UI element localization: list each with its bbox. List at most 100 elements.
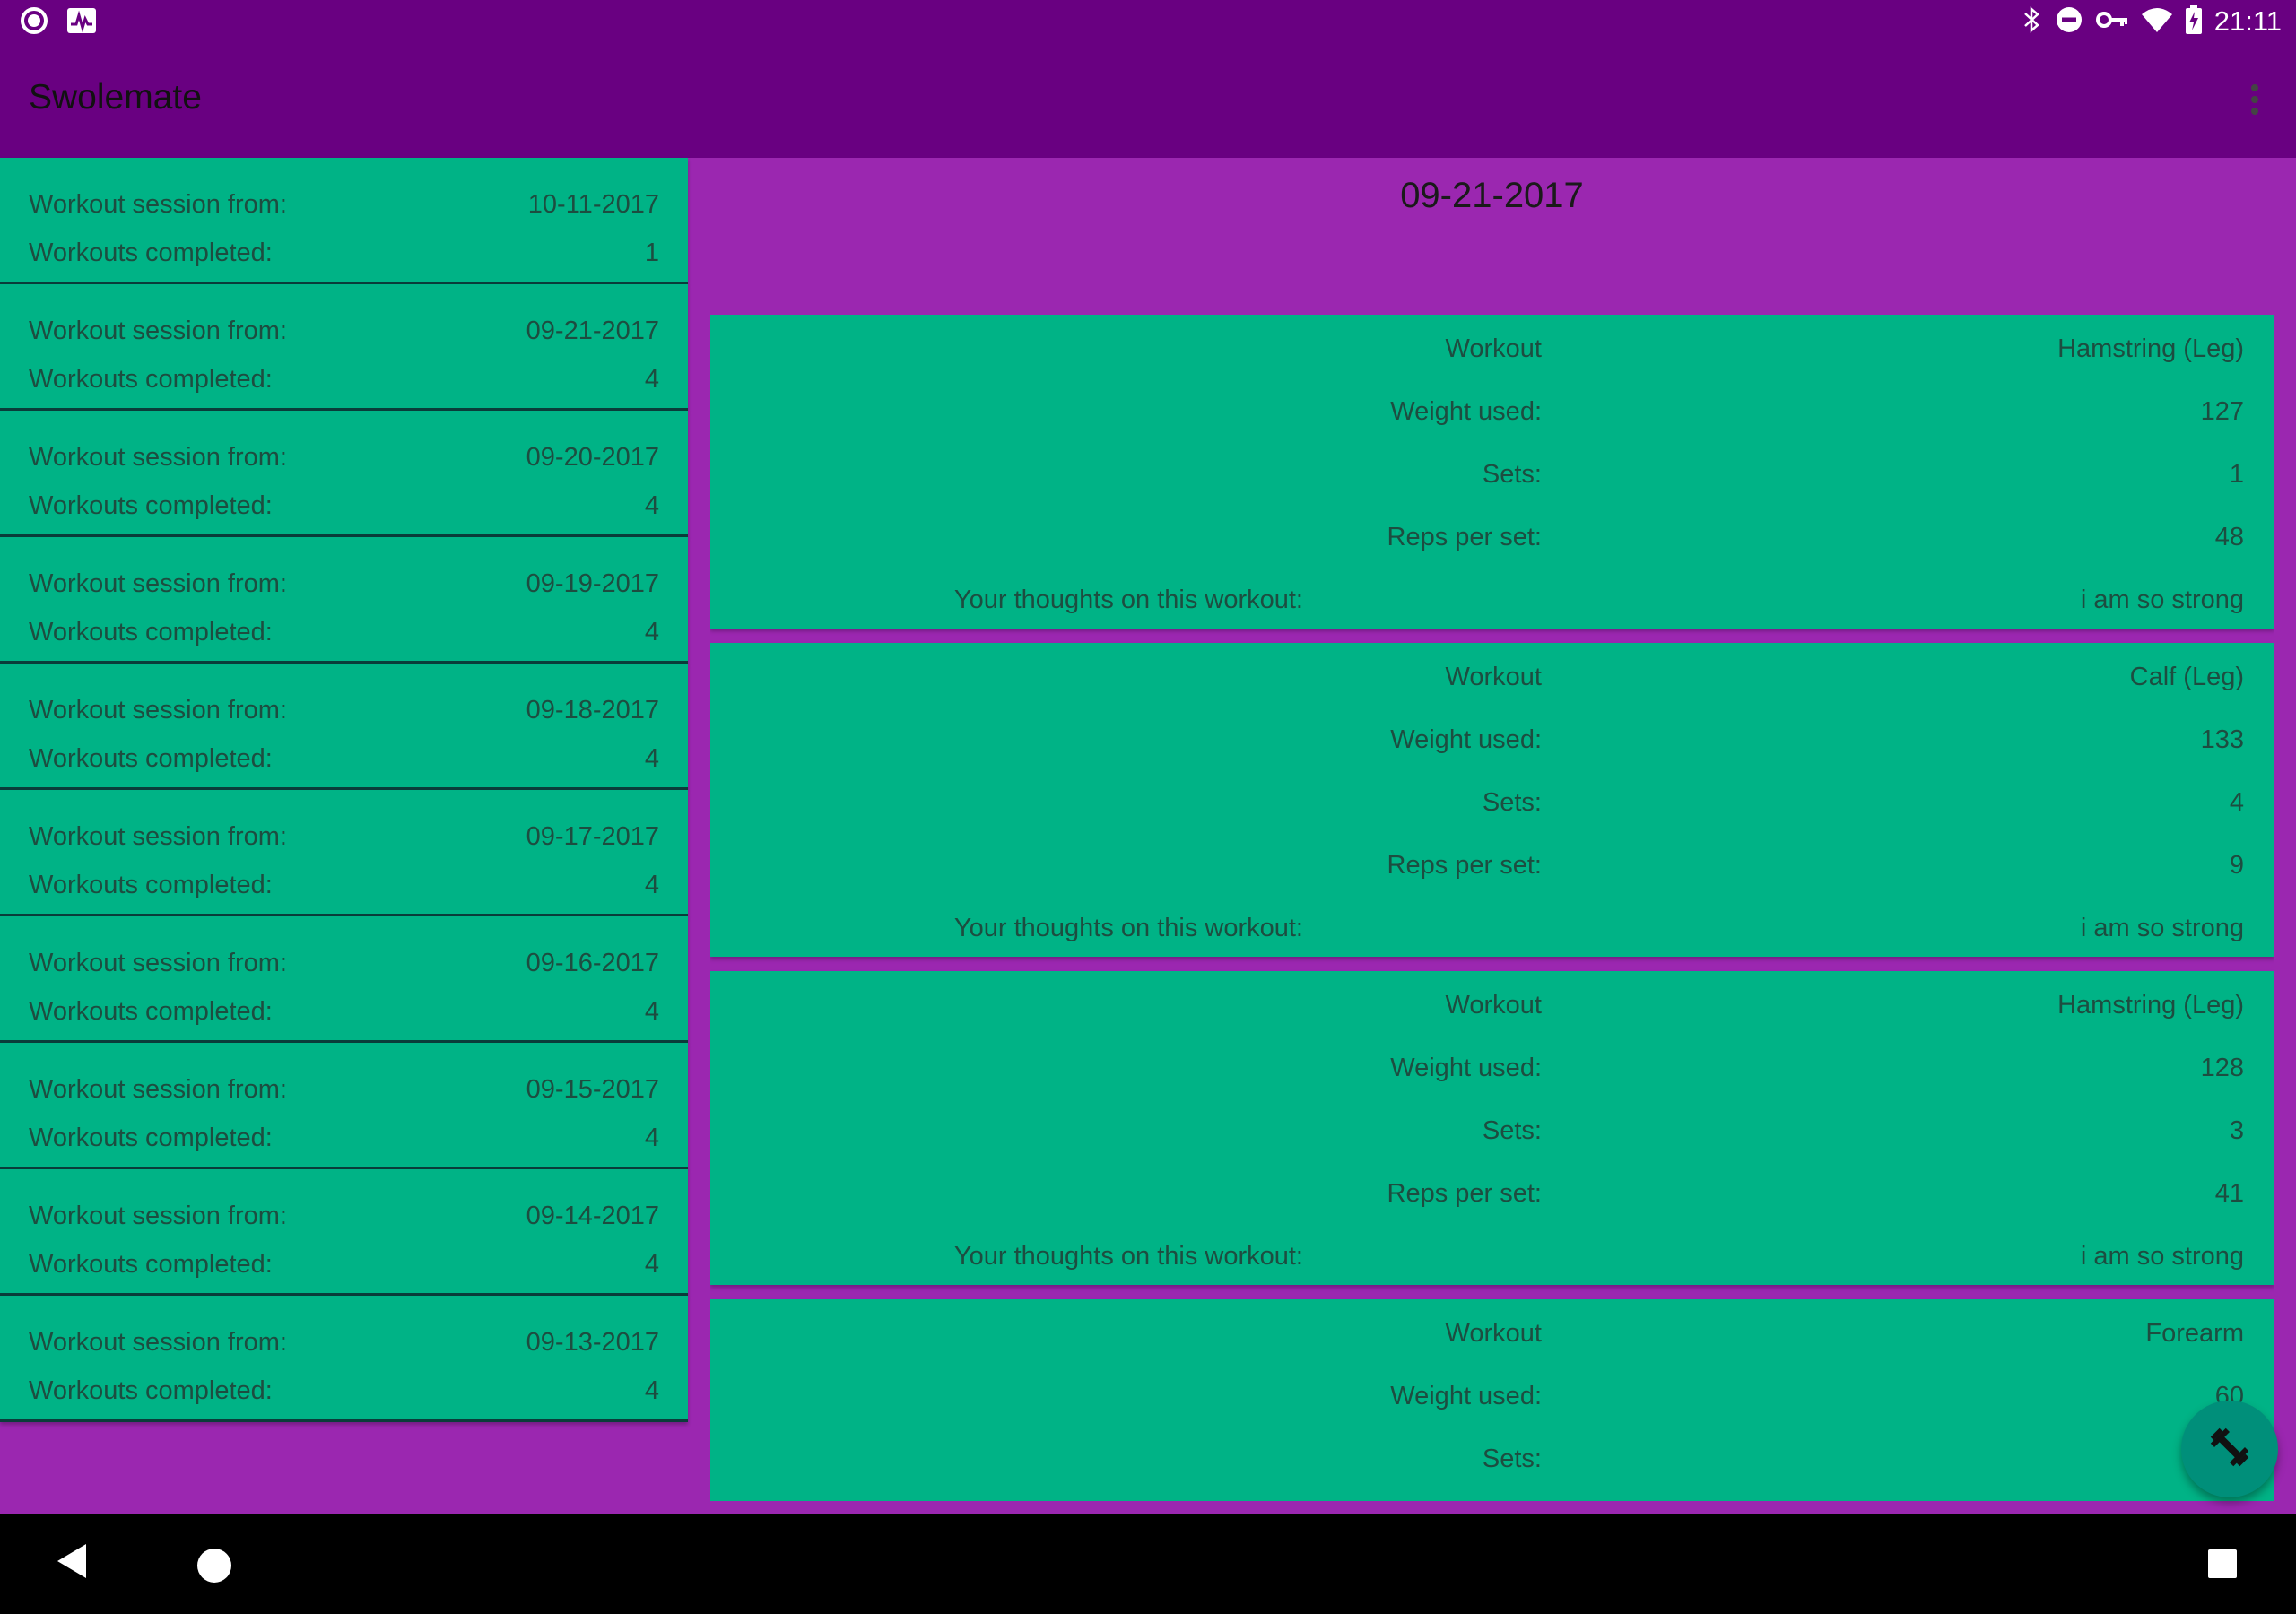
session-item[interactable]: Workout session from: 10-11-2017 Workouts… (0, 158, 688, 284)
status-bar: 21:11 (0, 0, 2296, 44)
vpn-key-icon (2095, 10, 2128, 34)
workout-name: Forearm (2145, 1319, 2244, 1348)
session-label: Workout session from: (29, 949, 287, 977)
home-icon[interactable] (197, 1549, 231, 1583)
session-item[interactable]: Workout session from: 09-20-2017 Workouts… (0, 411, 688, 537)
sets-label: Sets: (1482, 1116, 1542, 1145)
reps-label: Reps per set: (1387, 851, 1542, 880)
sets-value: 1 (2229, 460, 2244, 489)
add-workout-fab[interactable] (2181, 1401, 2278, 1497)
session-list: Workout session from: 10-11-2017 Workouts… (0, 158, 688, 1422)
workout-name: Hamstring (Leg) (2057, 991, 2244, 1020)
completed-label: Workouts completed: (29, 997, 273, 1026)
completed-label: Workouts completed: (29, 1376, 273, 1405)
completed-label: Workouts completed: (29, 871, 273, 899)
workout-label: Workout (1445, 1319, 1542, 1348)
workout-card: Workout Calf (Leg) Weight used: 133 Sets… (710, 643, 2274, 957)
reps-label: Reps per set: (1387, 523, 1542, 551)
workout-card: Workout Hamstring (Leg) Weight used: 128… (710, 971, 2274, 1285)
weight-value: 133 (2200, 725, 2244, 754)
session-item[interactable]: Workout session from: 09-13-2017 Workouts… (0, 1296, 688, 1422)
completed-label: Workouts completed: (29, 1250, 273, 1279)
thoughts-value: i am so strong (2080, 914, 2244, 942)
sets-label: Sets: (1482, 1445, 1542, 1473)
circle-notification-icon (20, 6, 48, 39)
thoughts-label: Your thoughts on this workout: (953, 1242, 1303, 1271)
completed-count: 4 (644, 871, 659, 899)
session-item[interactable]: Workout session from: 09-18-2017 Workouts… (0, 664, 688, 790)
completed-count: 4 (644, 491, 659, 520)
thoughts-label: Your thoughts on this workout: (953, 586, 1303, 614)
session-label: Workout session from: (29, 1328, 287, 1357)
completed-label: Workouts completed: (29, 1124, 273, 1152)
session-label: Workout session from: (29, 317, 287, 345)
session-item[interactable]: Workout session from: 09-14-2017 Workouts… (0, 1169, 688, 1296)
session-label: Workout session from: (29, 822, 287, 851)
workout-label: Workout (1445, 663, 1542, 691)
completed-count: 4 (644, 1124, 659, 1152)
reps-value: 9 (2229, 851, 2244, 880)
session-date: 09-17-2017 (526, 822, 659, 851)
session-date: 09-14-2017 (526, 1202, 659, 1230)
thoughts-value: i am so strong (2080, 586, 2244, 614)
workout-name: Calf (Leg) (2129, 663, 2244, 691)
weight-label: Weight used: (1390, 1054, 1542, 1082)
completed-count: 4 (644, 618, 659, 646)
workout-label: Workout (1445, 991, 1542, 1020)
reps-value: 48 (2214, 523, 2244, 551)
do-not-disturb-icon (2055, 5, 2083, 39)
completed-count: 4 (644, 744, 659, 773)
app-bar: Swolemate (0, 44, 2296, 158)
session-date: 09-13-2017 (526, 1328, 659, 1357)
app-root: 21:11 Swolemate Workout session from: 10-… (0, 0, 2296, 1614)
overflow-menu-button[interactable] (2237, 83, 2273, 119)
back-icon[interactable] (56, 1542, 88, 1584)
more-vert-icon (2250, 83, 2259, 120)
completed-label: Workouts completed: (29, 491, 273, 520)
completed-label: Workouts completed: (29, 365, 273, 394)
sets-value: 3 (2229, 1116, 2244, 1145)
reps-label: Reps per set: (1387, 1179, 1542, 1208)
session-label: Workout session from: (29, 569, 287, 598)
weight-label: Weight used: (1390, 397, 1542, 426)
completed-label: Workouts completed: (29, 744, 273, 773)
detail-date-title: 09-21-2017 (1400, 176, 1584, 215)
session-item[interactable]: Workout session from: 09-19-2017 Workouts… (0, 537, 688, 664)
thoughts-value: i am so strong (2080, 1242, 2244, 1271)
completed-label: Workouts completed: (29, 239, 273, 267)
session-item[interactable]: Workout session from: 09-15-2017 Workouts… (0, 1043, 688, 1169)
weight-label: Weight used: (1390, 725, 1542, 754)
navigation-bar (0, 1514, 2296, 1614)
workout-name: Hamstring (Leg) (2057, 334, 2244, 363)
workout-card-list[interactable]: Workout Hamstring (Leg) Weight used: 127… (710, 315, 2274, 1501)
workout-label: Workout (1445, 334, 1542, 363)
session-item[interactable]: Workout session from: 09-21-2017 Workouts… (0, 284, 688, 411)
completed-count: 4 (644, 1250, 659, 1279)
workout-card: Workout Forearm Weight used: 60 Sets: (710, 1299, 2274, 1501)
session-item[interactable]: Workout session from: 09-17-2017 Workouts… (0, 790, 688, 916)
session-date: 09-19-2017 (526, 569, 659, 598)
session-label: Workout session from: (29, 696, 287, 725)
completed-count: 1 (644, 239, 659, 267)
reps-value: 41 (2214, 1179, 2244, 1208)
session-label: Workout session from: (29, 190, 287, 219)
weight-value: 128 (2200, 1054, 2244, 1082)
weight-label: Weight used: (1390, 1382, 1542, 1410)
sets-value: 4 (2229, 788, 2244, 817)
completed-count: 4 (644, 365, 659, 394)
session-date: 09-16-2017 (526, 949, 659, 977)
app-title: Swolemate (29, 78, 202, 117)
thoughts-label: Your thoughts on this workout: (953, 914, 1303, 942)
completed-count: 4 (644, 997, 659, 1026)
session-date: 09-21-2017 (526, 317, 659, 345)
session-date: 09-15-2017 (526, 1075, 659, 1104)
recents-icon[interactable] (2208, 1549, 2237, 1578)
completed-count: 4 (644, 1376, 659, 1405)
session-date: 09-20-2017 (526, 443, 659, 472)
wifi-icon (2141, 6, 2173, 38)
session-label: Workout session from: (29, 1202, 287, 1230)
session-label: Workout session from: (29, 443, 287, 472)
workout-card: Workout Hamstring (Leg) Weight used: 127… (710, 315, 2274, 629)
session-date: 09-18-2017 (526, 696, 659, 725)
session-item[interactable]: Workout session from: 09-16-2017 Workouts… (0, 916, 688, 1043)
